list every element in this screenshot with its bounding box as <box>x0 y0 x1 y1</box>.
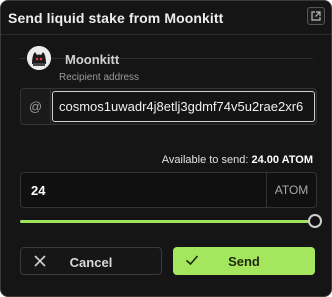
amount-unit: ATOM <box>266 173 316 207</box>
amount-input[interactable]: 24 <box>31 183 45 198</box>
amount-slider-fill <box>20 220 313 223</box>
at-symbol: @ <box>21 89 51 124</box>
external-link-button[interactable] <box>307 7 325 25</box>
recipient-address-input[interactable]: cosmos1uwadr4j8etlj3gdmf74v5u2rae2xr6 <box>52 91 315 122</box>
available-balance: Available to send: 24.00 ATOM <box>162 154 313 166</box>
available-label: Available to send: <box>161 154 249 166</box>
amount-slider-thumb[interactable] <box>308 214 322 228</box>
send-label: Send <box>228 254 260 269</box>
recipient-field: @ cosmos1uwadr4j8etlj3gdmf74v5u2rae2xr6 <box>20 88 317 125</box>
cancel-label: Cancel <box>69 255 113 270</box>
cancel-button[interactable]: Cancel <box>20 247 162 275</box>
wallet-divider-left <box>19 58 313 59</box>
dialog-title: Send liquid stake from Moonkitt <box>8 10 224 26</box>
wallet-name: Moonkitt <box>65 52 120 67</box>
external-link-icon <box>311 11 321 21</box>
cat-avatar-icon <box>27 46 51 70</box>
available-value: 24.00 ATOM <box>251 154 313 166</box>
recipient-label: Recipient address <box>59 72 140 83</box>
send-button[interactable]: Send <box>173 247 315 275</box>
title-divider <box>1 34 331 35</box>
amount-slider-track[interactable] <box>20 220 313 223</box>
avatar <box>27 46 51 70</box>
send-dialog: Send liquid stake from Moonkitt Moonkitt… <box>0 0 332 297</box>
amount-field: 24 ATOM <box>20 172 317 208</box>
